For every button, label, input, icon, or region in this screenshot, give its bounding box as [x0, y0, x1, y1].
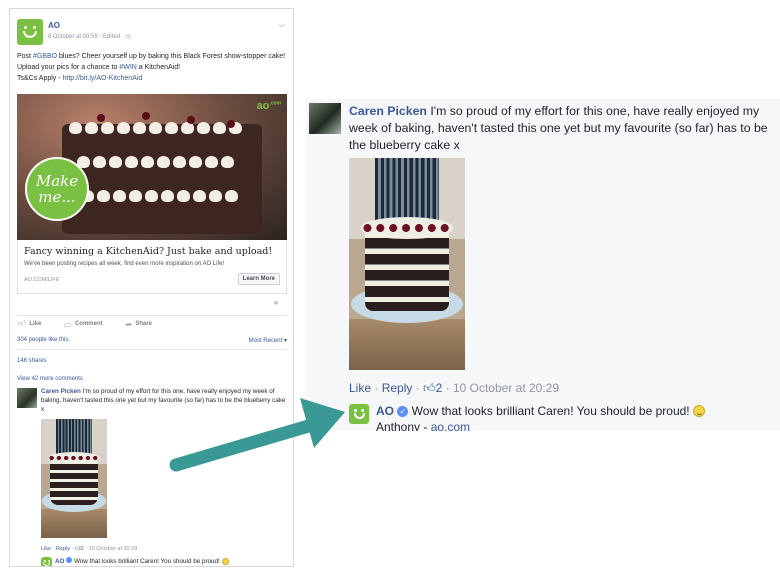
hashtag-gbbo-link[interactable]: #GBBO: [33, 53, 57, 60]
comment-actions: Like · Reply · 👍︎2 · 10 October at 20:29: [349, 381, 560, 395]
screenshot-stage: AO 8 October at 09:55 · Edited · ◷ ⌵ Pos…: [0, 0, 780, 570]
sort-most-recent-dropdown[interactable]: Most Recent ▾: [249, 337, 287, 344]
comment-photo[interactable]: [349, 158, 465, 370]
comment-author[interactable]: Caren Picken: [41, 388, 81, 395]
comment-text: Caren Picken I'm so proud of my effort f…: [349, 104, 768, 152]
reply-signoff: Anthony - ao.com: [376, 420, 470, 431]
post-timestamp: 8 October at 09:55 · Edited · ◷: [48, 34, 131, 40]
reaction-count[interactable]: 2: [81, 546, 84, 552]
comment-like-link[interactable]: Like: [41, 546, 51, 552]
flag-icon[interactable]: ⚑: [273, 300, 279, 308]
smiley-emoji-icon: [221, 558, 229, 565]
card-title[interactable]: Fancy winning a KitchenAid? Just bake an…: [24, 246, 272, 257]
comment-timestamp[interactable]: 10 October at 20:29: [89, 546, 138, 552]
reply-author[interactable]: AO: [55, 558, 64, 565]
ao-logo-icon[interactable]: [41, 557, 52, 566]
share-button[interactable]: ➦ Share: [125, 319, 152, 329]
make-me-badge: Make me...: [25, 157, 89, 221]
comment-icon: ▭: [63, 319, 71, 329]
like-button[interactable]: 👍︎ Like: [17, 319, 41, 329]
link-preview-card[interactable]: Fancy winning a KitchenAid? Just bake an…: [17, 240, 287, 294]
promo-cake-image[interactable]: Make me... ao.com: [17, 94, 287, 240]
comment-author[interactable]: Caren Picken: [349, 104, 427, 118]
smiley-emoji-icon: [692, 405, 705, 417]
commenter-avatar[interactable]: [309, 103, 341, 134]
hashtag-win-link[interactable]: #WIN: [119, 64, 137, 71]
reaction-count[interactable]: 2: [436, 381, 443, 395]
comment-text: Caren Picken I'm so proud of my effort f…: [41, 388, 286, 413]
thumbs-up-icon: 👍︎: [423, 381, 436, 395]
zoomed-comment-panel: Caren Picken I'm so proud of my effort f…: [306, 99, 780, 431]
post-actions-bar: 👍︎ Like ▭ Comment ➦ Share: [17, 315, 287, 329]
view-more-comments-link[interactable]: View 42 more comments: [17, 376, 83, 382]
reply-signoff: Anthony - ao.com: [55, 566, 102, 567]
tcs-link[interactable]: http://bit.ly/AO-KitchenAid: [63, 75, 143, 82]
comment-like-link[interactable]: Like: [349, 381, 371, 395]
facebook-post: AO 8 October at 09:55 · Edited · ◷ ⌵ Pos…: [9, 8, 294, 567]
verified-badge-icon: ✓: [397, 406, 409, 417]
ao-com-link[interactable]: ao.com: [431, 420, 470, 431]
thumbs-up-icon: 👍︎: [17, 319, 26, 328]
card-domain: AO.COM/LIFE: [24, 277, 60, 283]
reply-text: AO ✓ Wow that looks brilliant Caren! You…: [376, 404, 705, 418]
likes-count[interactable]: 304 people like this.: [17, 337, 70, 343]
comment-photo[interactable]: [41, 419, 107, 538]
ao-logo-icon[interactable]: [349, 404, 369, 424]
page-name[interactable]: AO: [48, 21, 60, 30]
comment-timestamp[interactable]: 10 October at 20:29: [453, 381, 559, 395]
comment-reply-link[interactable]: Reply: [56, 546, 70, 552]
post-body: Post #GBBO blues? Cheer yourself up by b…: [17, 53, 286, 82]
reply-author[interactable]: AO: [376, 404, 394, 418]
shares-count[interactable]: 146 shares: [17, 358, 47, 364]
ao-image-logo: ao.com: [256, 100, 281, 112]
likes-summary: 304 people like this. Most Recent ▾: [17, 337, 287, 350]
comment-actions: Like · Reply · 👍︎2 · 10 October at 20:29: [41, 546, 138, 552]
share-icon: ➦: [124, 319, 132, 329]
comment-reply-link[interactable]: Reply: [382, 381, 413, 395]
commenter-avatar[interactable]: [17, 388, 37, 408]
chevron-down-icon[interactable]: ⌵: [279, 20, 285, 30]
learn-more-button[interactable]: Learn More: [237, 273, 280, 285]
card-description: We've been posting recipes all week, fin…: [24, 261, 225, 267]
ao-logo-icon[interactable]: [17, 19, 43, 45]
comment-button[interactable]: ▭ Comment: [63, 319, 102, 329]
reply-text: AO Wow that looks brilliant Caren! You s…: [55, 557, 229, 565]
ao-com-link[interactable]: ao.com: [82, 566, 102, 567]
